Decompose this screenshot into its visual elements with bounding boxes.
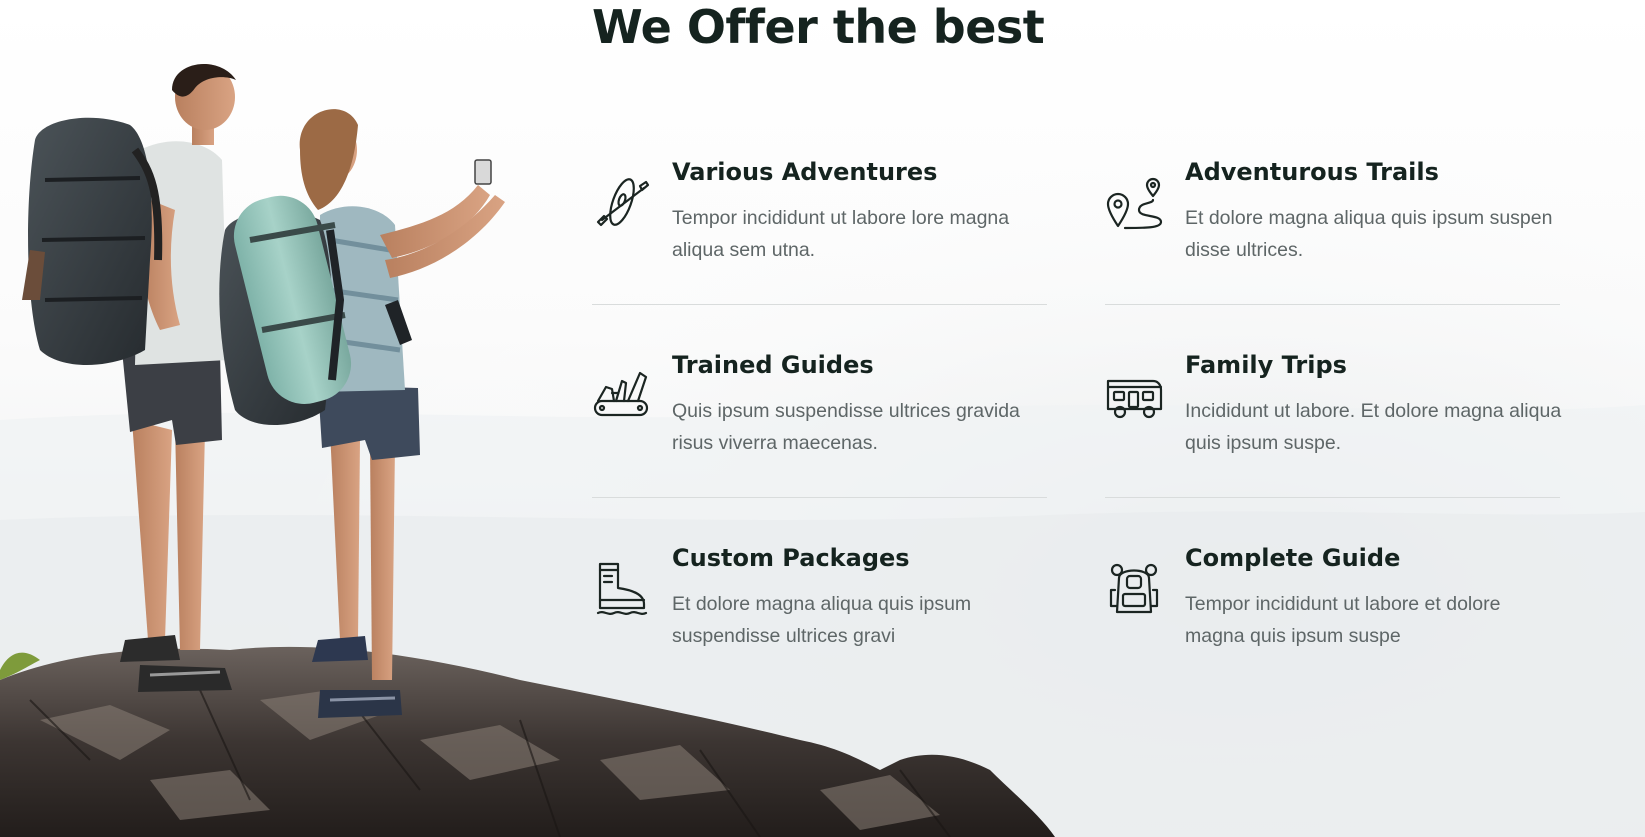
camper-van-icon <box>1105 367 1163 425</box>
feature-description: Quis ipsum suspendisse ultrices gravida … <box>672 400 1020 454</box>
trail-route-icon <box>1105 174 1163 232</box>
divider <box>1105 304 1560 305</box>
kayak-icon <box>592 174 650 232</box>
feature-card-custom-packages: Custom Packages Et dolore magna aliqua q… <box>592 538 1048 688</box>
feature-title: Custom Packages <box>672 544 910 572</box>
feature-title: Complete Guide <box>1185 544 1401 572</box>
divider <box>592 304 1047 305</box>
offer-section: We Offer the best Various Adventures Tem… <box>0 0 1645 837</box>
multitool-knife-icon <box>592 367 650 425</box>
feature-description: Et dolore magna aliqua quis ipsum suspen… <box>1185 207 1553 261</box>
backpack-icon <box>1105 560 1163 618</box>
section-heading: We Offer the best <box>592 0 1045 54</box>
feature-card-various-adventures: Various Adventures Tempor incididunt ut … <box>592 152 1048 302</box>
feature-title: Trained Guides <box>672 351 874 379</box>
feature-description: Incididunt ut labore. Et dolore magna al… <box>1185 400 1562 454</box>
hiking-boot-icon <box>592 560 650 618</box>
feature-card-family-trips: Family Trips Incididunt ut labore. Et do… <box>1105 345 1561 495</box>
feature-title: Adventurous Trails <box>1185 158 1439 186</box>
feature-description: Tempor incididunt ut labore lore magna a… <box>672 207 1010 261</box>
feature-card-trained-guides: Trained Guides Quis ipsum suspendisse ul… <box>592 345 1048 495</box>
feature-card-adventurous-trails: Adventurous Trails Et dolore magna aliqu… <box>1105 152 1561 302</box>
feature-card-complete-guide: Complete Guide Tempor incididunt ut labo… <box>1105 538 1561 688</box>
feature-description: Tempor incididunt ut labore et dolore ma… <box>1185 593 1501 647</box>
feature-title: Various Adventures <box>672 158 938 186</box>
feature-title: Family Trips <box>1185 351 1347 379</box>
divider <box>592 497 1047 498</box>
divider <box>1105 497 1560 498</box>
feature-description: Et dolore magna aliqua quis ipsum suspen… <box>672 593 972 647</box>
